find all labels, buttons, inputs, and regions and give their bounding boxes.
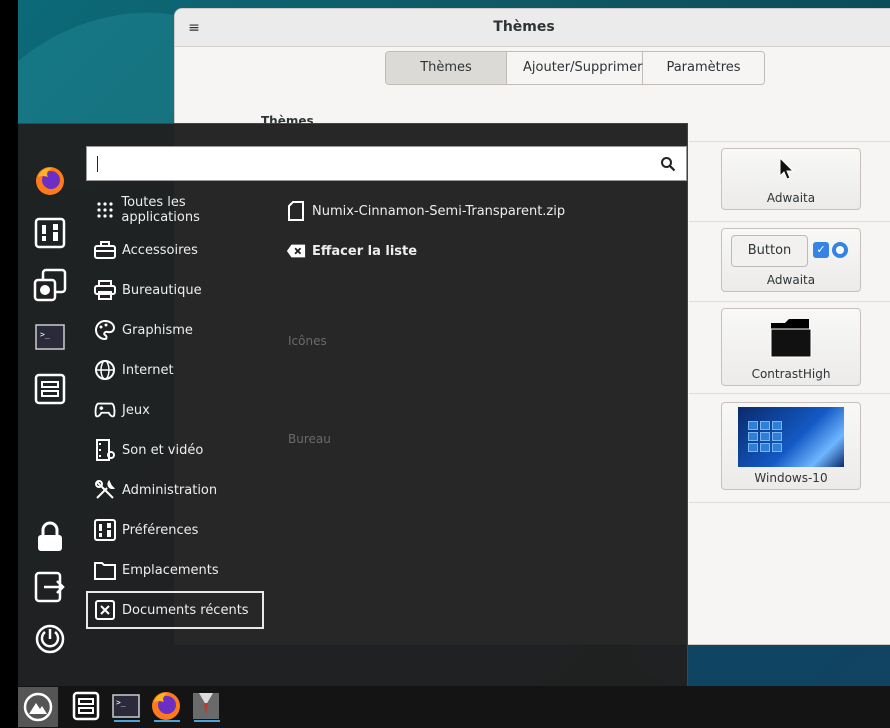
category-label: Graphisme (122, 322, 193, 338)
window-titlebar[interactable]: ≡ Thèmes (175, 9, 890, 47)
theme-label: Windows-10 (754, 471, 828, 485)
folder-icon (770, 319, 812, 358)
text-caret (97, 156, 98, 172)
toolbox-icon (94, 239, 116, 261)
category-label: Documents récents (122, 602, 249, 618)
tab-themes[interactable]: Thèmes (386, 52, 507, 84)
active-indicator (194, 720, 220, 722)
firefox-icon[interactable] (33, 164, 67, 198)
category-label: Son et vidéo (122, 442, 204, 458)
category-label: Préférences (122, 522, 199, 538)
application-menu: >_ Toutes les applications Accessoires B… (18, 123, 688, 686)
category-recent-documents[interactable]: Documents récents (86, 591, 264, 629)
theme-app-icon[interactable] (188, 688, 224, 724)
category-games[interactable]: Jeux (86, 391, 264, 429)
grid-icon (94, 199, 115, 221)
category-label: Emplacements (122, 562, 219, 578)
category-label: Administration (122, 482, 218, 498)
clear-icon (286, 243, 306, 259)
terminal-icon[interactable]: >_ (108, 688, 144, 724)
background-desktop-label: Bureau (288, 432, 331, 446)
cursor-theme-card[interactable]: Adwaita (721, 148, 861, 210)
background-icons-label: Icônes (288, 334, 327, 348)
category-label: Bureautique (122, 282, 202, 298)
category-label: Toutes les applications (121, 195, 200, 225)
sliders-icon (94, 519, 116, 541)
active-indicator (154, 720, 180, 722)
software-icon[interactable] (33, 268, 67, 302)
theme-row-mouse-pointer: Adwaita (689, 141, 890, 221)
category-list: Toutes les applications Accessoires Bure… (86, 191, 264, 631)
menu-sidebar: >_ (18, 124, 82, 687)
theme-row-icons: ContrastHigh (689, 301, 890, 393)
clear-list-label: Effacer la liste (312, 243, 418, 259)
menu-icon[interactable] (18, 687, 58, 727)
tools-icon (94, 479, 116, 501)
theme-list: Adwaita Button ✓ Adwaita ContrastHigh Wi… (689, 141, 890, 503)
lock-icon[interactable] (33, 520, 67, 554)
recent-file-item[interactable]: Numix-Cinnamon-Semi-Transparent.zip (286, 196, 565, 226)
preview-button: Button (731, 235, 808, 267)
clear-list-button[interactable]: Effacer la liste (286, 236, 565, 266)
recent-file-label: Numix-Cinnamon-Semi-Transparent.zip (312, 203, 566, 219)
printer-icon (94, 279, 116, 301)
category-label: Internet (122, 362, 174, 378)
power-icon[interactable] (33, 622, 67, 656)
search-icon[interactable] (660, 156, 676, 172)
category-sound-video[interactable]: Son et vidéo (86, 431, 264, 469)
gtk-theme-card[interactable]: Button ✓ Adwaita (721, 228, 861, 292)
tab-add-remove[interactable]: Ajouter/Supprimer (507, 52, 643, 84)
category-accessories[interactable]: Accessoires (86, 231, 264, 269)
category-places[interactable]: Emplacements (86, 551, 264, 589)
firefox-icon[interactable] (148, 688, 184, 724)
category-all-applications[interactable]: Toutes les applications (86, 191, 264, 229)
cursor-icon (779, 157, 795, 180)
file-cabinet-icon[interactable] (33, 372, 67, 406)
recent-docs-icon (94, 599, 116, 621)
radio-preview-icon (832, 242, 848, 258)
theme-row-desktop: Windows-10 (689, 393, 890, 503)
windows-10-preview (738, 407, 844, 467)
theme-label: Adwaita (766, 191, 816, 205)
search-input[interactable] (86, 146, 687, 181)
category-label: Accessoires (122, 242, 198, 258)
gamepad-icon (94, 399, 116, 421)
category-administration[interactable]: Administration (86, 471, 264, 509)
recent-documents-list: Numix-Cinnamon-Semi-Transparent.zip Effa… (286, 196, 565, 276)
category-office[interactable]: Bureautique (86, 271, 264, 309)
folder-icon (94, 559, 116, 581)
logout-icon[interactable] (33, 570, 67, 604)
svg-text:>_: >_ (40, 330, 50, 339)
settings-icon[interactable] (33, 216, 67, 250)
palette-icon (94, 319, 116, 341)
file-icon (286, 201, 306, 221)
file-cabinet-icon[interactable] (68, 688, 104, 724)
film-icon (94, 439, 116, 461)
desktop-theme-card[interactable]: Windows-10 (721, 402, 861, 490)
globe-icon (94, 359, 116, 381)
checkbox-preview-icon: ✓ (813, 242, 829, 258)
theme-label: Adwaita (766, 273, 816, 287)
category-label: Jeux (122, 402, 150, 418)
theme-label: ContrastHigh (751, 367, 831, 381)
taskbar: >_ (18, 686, 890, 728)
category-internet[interactable]: Internet (86, 351, 264, 389)
tab-settings[interactable]: Paramètres (643, 52, 764, 84)
window-title: Thèmes (493, 19, 555, 35)
active-indicator (114, 720, 140, 722)
svg-text:>_: >_ (116, 698, 126, 707)
category-graphics[interactable]: Graphisme (86, 311, 264, 349)
theme-row-applications: Button ✓ Adwaita (689, 221, 890, 301)
icon-theme-card[interactable]: ContrastHigh (721, 308, 861, 386)
category-preferences[interactable]: Préférences (86, 511, 264, 549)
terminal-icon[interactable]: >_ (33, 320, 67, 354)
tab-bar: Thèmes Ajouter/Supprimer Paramètres (385, 51, 765, 85)
